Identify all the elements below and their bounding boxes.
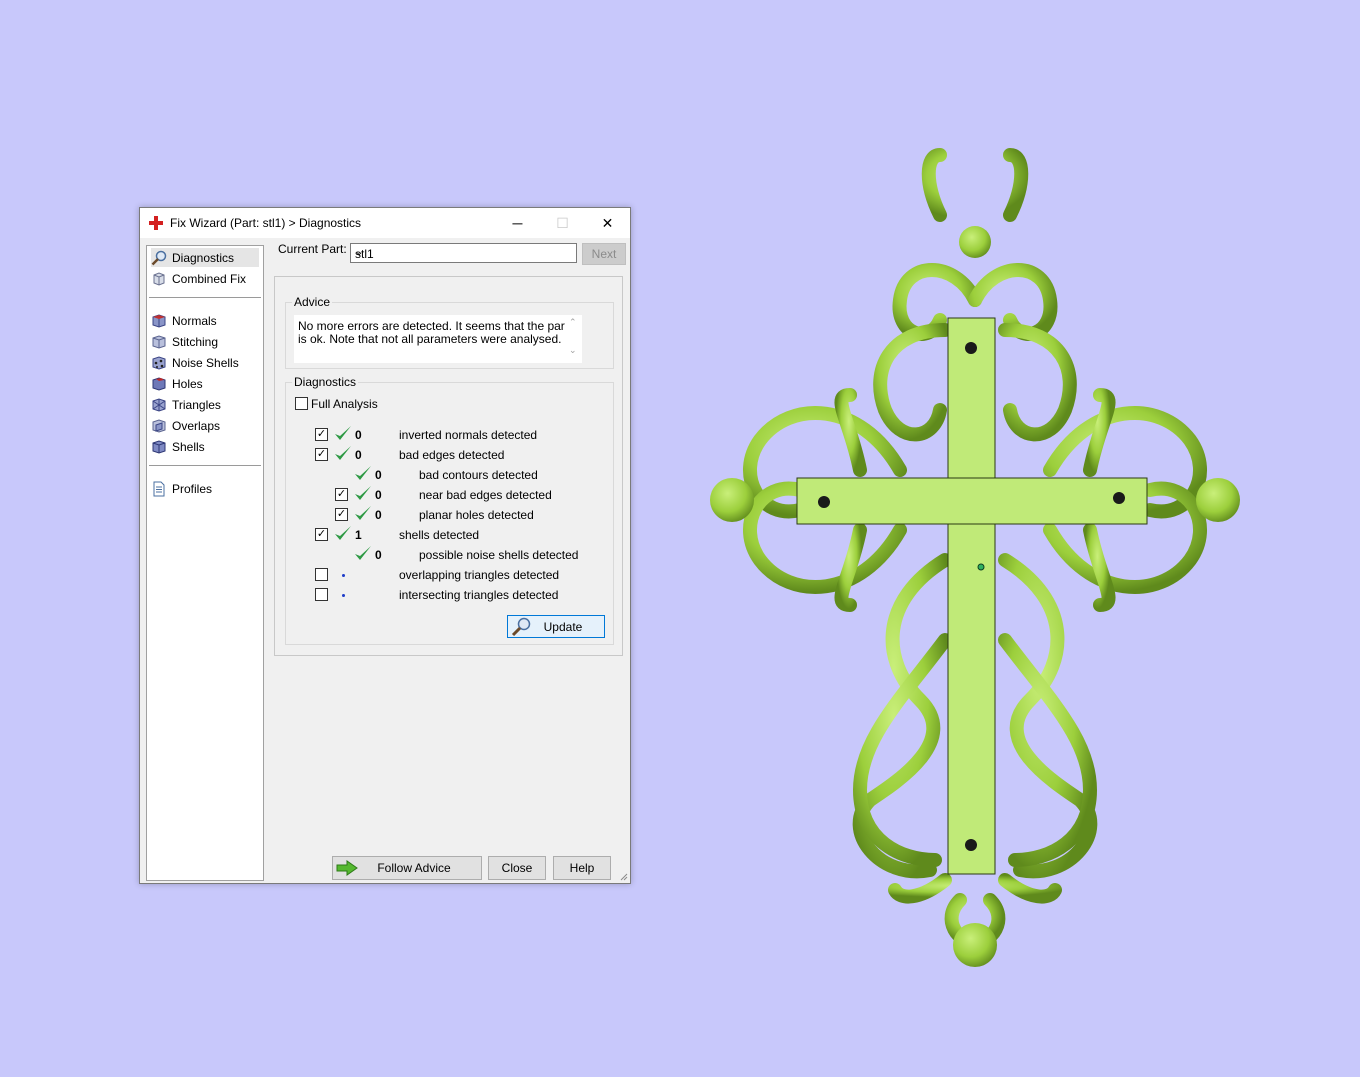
nav-label: Overlaps [172,418,221,433]
diagnostic-checkbox[interactable]: ✓ [315,528,328,541]
check-mark-icon [355,546,371,560]
stitching-cube-icon [151,334,167,350]
close-window-button[interactable]: ✕ [585,208,630,238]
nav-item-overlaps[interactable]: Overlaps [151,416,220,435]
nav-label: Profiles [172,481,213,496]
nav-divider [149,297,261,298]
diagnostic-label: bad edges detected [399,448,505,462]
fix-wizard-dialog: Fix Wizard (Part: stl1) > Diagnostics ─ … [139,207,631,884]
diagnostic-count: 1 [355,528,362,542]
advice-title: Advice [292,295,333,309]
diagnostics-panel: Advice No more errors are detected. It s… [274,276,623,656]
current-part-select[interactable]: stl1 ⌄ [350,243,577,263]
diagnostic-count: 0 [355,448,362,462]
diagnostic-checkbox[interactable] [315,568,328,581]
magnifier-icon [511,617,531,637]
shells-cube-icon [151,439,167,455]
nav-label: Triangles [172,397,221,412]
diagnostic-count: 0 [375,488,382,502]
nav-item-noise-shells[interactable]: Noise Shells [151,353,239,372]
nav-label: Normals [172,313,217,328]
diagnostic-label: planar holes detected [419,508,534,522]
diagnostics-title: Diagnostics [292,375,359,389]
full-analysis-label: Full Analysis [311,397,378,411]
nav-item-stitching[interactable]: Stitching [151,332,218,351]
diagnostic-label: inverted normals detected [399,428,538,442]
cube-icon [151,271,167,287]
nav-item-shells[interactable]: Shells [151,437,205,456]
next-button[interactable]: Next [582,243,626,265]
green-arrow-icon [336,860,358,876]
check-mark-icon [355,466,371,480]
scroll-down-icon[interactable]: ⌄ [569,345,577,356]
check-mark-icon [335,426,351,440]
nav-label: Shells [172,439,205,454]
diagnostic-checkbox[interactable]: ✓ [335,508,348,521]
diagnostic-checkbox[interactable]: ✓ [315,448,328,461]
minimize-button[interactable]: ─ [495,208,540,238]
close-button[interactable]: Close [488,856,546,880]
status-dot-icon [342,594,345,597]
diagnostic-checkbox[interactable] [315,588,328,601]
overlaps-cube-icon [151,418,167,434]
magnifier-icon [151,250,167,266]
diagnostic-label: bad contours detected [419,468,538,482]
document-icon [151,481,167,497]
holes-cube-icon [151,376,167,392]
nav-item-holes[interactable]: Holes [151,374,203,393]
diagnostic-count: 0 [375,468,382,482]
nav-item-combined-fix[interactable]: Combined Fix [151,269,246,288]
diagnostic-checkbox[interactable]: ✓ [335,488,348,501]
diagnostic-count: 0 [375,548,382,562]
resize-grip-icon[interactable] [618,871,628,881]
nav-label: Diagnostics [172,250,235,265]
diagnostic-label: shells detected [399,528,480,542]
status-dot-icon [342,574,345,577]
advice-textbox[interactable]: No more errors are detected. It seems th… [294,315,582,363]
red-cross-icon [149,216,163,230]
advice-scrollbar[interactable]: ⌃ ⌄ [565,315,582,363]
diagnostic-count: 0 [355,428,362,442]
update-button[interactable]: Update [507,615,605,638]
normals-cube-icon [151,313,167,329]
diagnostic-label: possible noise shells detected [419,548,579,562]
check-mark-icon [335,446,351,460]
nav-label: Noise Shells [172,355,239,370]
diagnostic-count: 0 [375,508,382,522]
diagnostic-label: intersecting triangles detected [399,588,559,602]
diagnostic-label: near bad edges detected [419,488,552,502]
follow-advice-label: Follow Advice [377,861,451,875]
nav-label: Combined Fix [172,271,247,286]
check-mark-icon [355,506,371,520]
update-label: Update [543,619,583,634]
nav-item-profiles[interactable]: Profiles [151,479,212,498]
wizard-nav: Diagnostics Combined Fix Normals Stitchi… [146,245,264,881]
full-analysis-checkbox[interactable] [295,397,308,410]
diagnostic-checkbox[interactable]: ✓ [315,428,328,441]
dialog-title: Fix Wizard (Part: stl1) > Diagnostics [170,216,362,230]
scroll-up-icon[interactable]: ⌃ [569,317,577,328]
help-button[interactable]: Help [553,856,611,880]
nav-label: Stitching [172,334,219,349]
current-part-label: Current Part: [278,242,347,256]
nav-item-triangles[interactable]: Triangles [151,395,221,414]
advice-group: Advice No more errors are detected. It s… [285,295,614,369]
maximize-button[interactable]: ☐ [540,208,585,238]
advice-text: No more errors are detected. It seems th… [298,319,569,346]
diagnostic-label: overlapping triangles detected [399,568,560,582]
triangles-cube-icon [151,397,167,413]
chevron-down-icon: ⌄ [355,247,364,258]
noise-shells-icon [151,355,167,371]
nav-item-normals[interactable]: Normals [151,311,217,330]
follow-advice-button[interactable]: Follow Advice [332,856,482,880]
nav-item-diagnostics[interactable]: Diagnostics [151,248,259,267]
check-mark-icon [355,486,371,500]
diagnostics-group: Diagnostics Full Analysis ✓ 0 inverted nor… [285,375,614,645]
check-mark-icon [335,526,351,540]
nav-divider [149,465,261,466]
nav-label: Holes [172,376,203,391]
title-bar[interactable]: Fix Wizard (Part: stl1) > Diagnostics ─ … [140,208,630,238]
